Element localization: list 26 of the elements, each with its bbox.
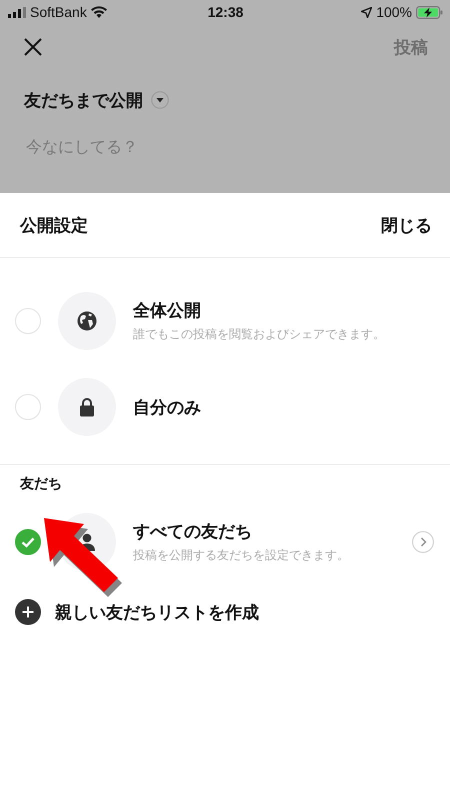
- post-input-field[interactable]: 今なにしてる？: [24, 136, 328, 157]
- location-icon: [361, 6, 372, 18]
- status-time: 12:38: [208, 4, 244, 20]
- sheet-title: 公開設定: [20, 214, 88, 236]
- battery-charging-icon: [416, 6, 443, 18]
- chevron-right-icon[interactable]: [412, 531, 434, 553]
- lock-icon: [79, 397, 95, 417]
- globe-icon: [77, 311, 97, 331]
- check-icon: [21, 536, 35, 548]
- signal-icon: [8, 6, 26, 18]
- battery-percent: 100%: [376, 4, 412, 20]
- option-description: 誰でもこの投稿を閲覧およびシェアできます。: [133, 326, 386, 343]
- carrier-name: SoftBank: [30, 4, 87, 20]
- plus-icon[interactable]: [15, 599, 41, 625]
- radio-button[interactable]: [15, 529, 41, 555]
- close-icon[interactable]: [24, 38, 42, 56]
- audience-label: 友だちまで公開: [24, 90, 143, 112]
- option-title: 全体公開: [133, 300, 202, 322]
- create-list-link[interactable]: 親しい友だちリストを作成: [55, 600, 259, 624]
- section-label: 友だち: [18, 475, 63, 494]
- option-title: 自分のみ: [133, 396, 202, 418]
- option-title: すべての友だち: [133, 521, 253, 543]
- close-button[interactable]: 閉じる: [381, 214, 432, 236]
- dropdown-caret-icon[interactable]: [151, 91, 169, 109]
- option-description: 投稿を公開する友だちを設定できます。: [133, 547, 350, 564]
- wifi-icon: [90, 6, 107, 18]
